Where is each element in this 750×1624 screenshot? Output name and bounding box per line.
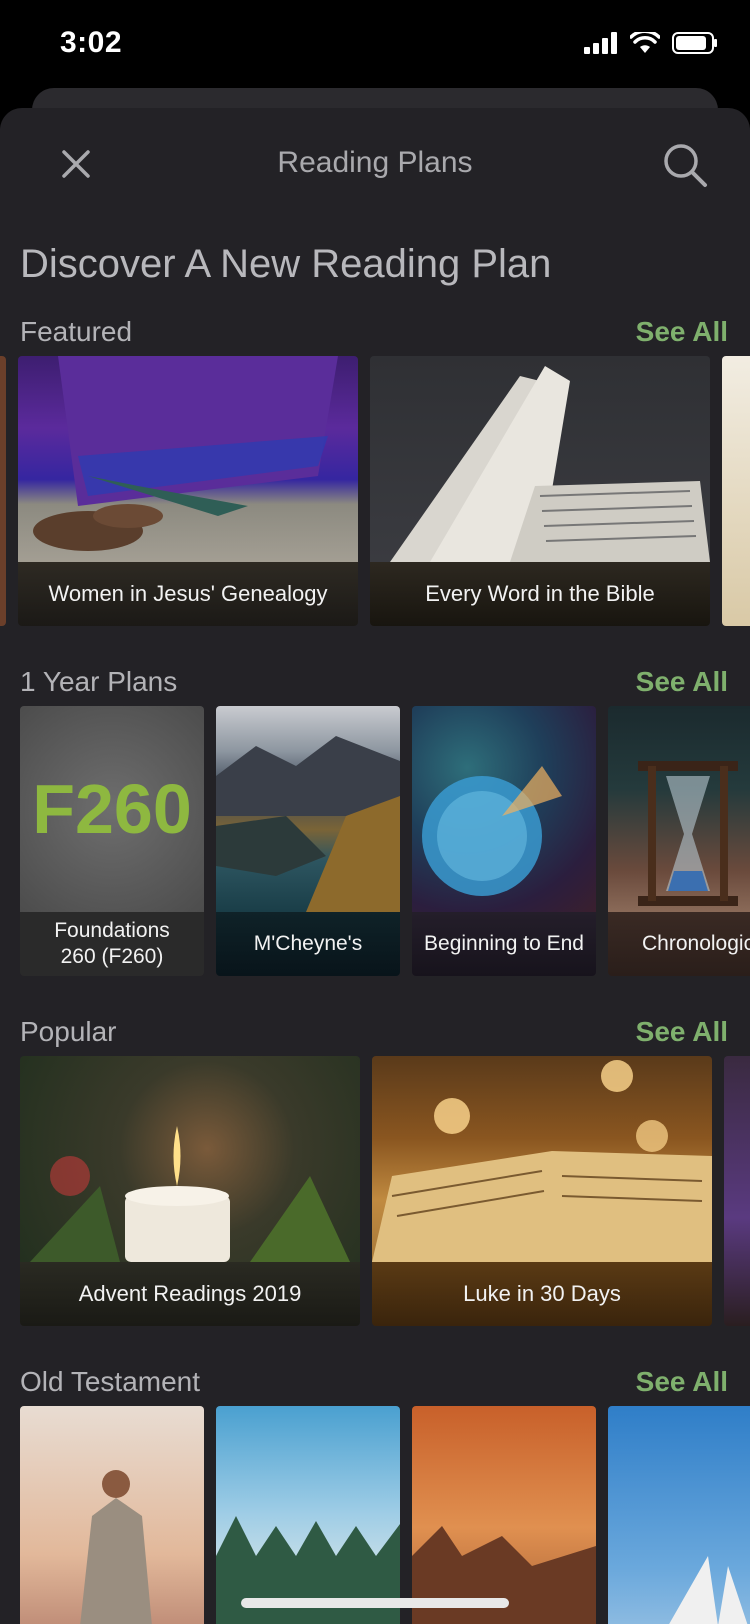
plan-title: Women in Jesus' Genealogy <box>18 562 358 626</box>
white-tent-illustration <box>669 1556 748 1624</box>
plan-title: Luke in 30 Days <box>372 1262 712 1326</box>
plan-card[interactable]: F260 Foundations 260 (F260) <box>20 706 204 976</box>
plan-card[interactable]: M'Cheyne's <box>216 706 400 976</box>
misty-forest-illustration <box>216 1516 400 1624</box>
plan-image <box>608 1406 750 1624</box>
see-all-link[interactable]: See All <box>636 1016 728 1048</box>
section-title: Popular <box>20 1016 117 1047</box>
woman-feet-illustration <box>33 356 338 551</box>
plan-card[interactable]: Beginning to End <box>412 706 596 976</box>
plan-card[interactable] <box>216 1406 400 1624</box>
section-title: Old Testament <box>20 1366 201 1397</box>
section-title: 1 Year Plans <box>20 666 178 697</box>
hourglass-illustration <box>638 761 738 906</box>
plan-card[interactable]: Women in Jesus' Genealogy <box>18 356 358 626</box>
bible-luke-illustration <box>372 1060 712 1262</box>
old-testament-row <box>0 1406 750 1624</box>
year-plans-row: F260 Foundations 260 (F260) M'Cheyne's B… <box>0 706 750 976</box>
canyon-illustration <box>412 1526 596 1624</box>
plan-title: Every Word in the Bible <box>370 562 710 626</box>
featured-row: Women in Jesus' Genealogy Every Word in … <box>0 356 750 626</box>
plan-title: M'Cheyne's <box>216 912 400 976</box>
year-plans-header: 1 Year Plans See All <box>0 666 750 706</box>
plan-title: Chronological <box>608 912 750 976</box>
see-all-link[interactable]: See All <box>636 666 728 698</box>
see-all-link[interactable]: See All <box>636 1366 728 1398</box>
nebula-illustration <box>422 766 562 896</box>
page-title: Reading Plans <box>277 146 473 179</box>
plan-card[interactable]: Every Word in the Bible <box>370 356 710 626</box>
plan-title: Advent Readings 2019 <box>20 1262 360 1326</box>
plan-image <box>412 706 596 912</box>
plan-card[interactable] <box>20 1406 204 1624</box>
f260-logo: F260 <box>32 770 192 848</box>
plan-card-partial[interactable] <box>724 1056 750 1326</box>
plan-title: Beginning to End <box>412 912 596 976</box>
nav-bar: Reading Plans <box>0 108 750 223</box>
reading-plans-sheet: Reading Plans Discover A New Reading Pla… <box>0 108 750 1624</box>
home-indicator <box>241 1598 509 1608</box>
open-bible-illustration <box>390 366 710 562</box>
candle-illustration <box>30 1126 350 1262</box>
status-time: 3:02 <box>60 26 123 59</box>
featured-header: Featured See All <box>0 316 750 356</box>
plan-card[interactable] <box>608 1406 750 1624</box>
mountain-lake-illustration <box>216 736 400 912</box>
plan-card-partial[interactable] <box>0 356 6 626</box>
cellular-signal-icon <box>584 32 617 54</box>
plan-image: F260 <box>20 706 204 912</box>
plan-image <box>216 706 400 912</box>
popular-row: Advent Readings 2019 Luke in 30 Days <box>0 1056 750 1326</box>
plan-image <box>608 706 750 912</box>
wifi-icon <box>630 32 660 53</box>
plan-image <box>370 356 710 562</box>
see-all-link[interactable]: See All <box>636 316 728 348</box>
plan-image <box>18 356 358 562</box>
popular-header: Popular See All <box>0 1016 750 1056</box>
discover-heading: Discover A New Reading Plan <box>20 242 552 286</box>
plan-title: Foundations 260 (F260) <box>20 912 204 976</box>
plan-card[interactable]: Advent Readings 2019 <box>20 1056 360 1326</box>
status-bar: 3:02 <box>0 0 750 90</box>
section-title: Featured <box>20 316 133 347</box>
battery-icon <box>672 32 717 54</box>
plan-image <box>216 1406 400 1624</box>
old-testament-header: Old Testament See All <box>0 1366 750 1406</box>
status-icons <box>584 32 718 54</box>
plan-image <box>20 1406 204 1624</box>
search-icon[interactable] <box>662 142 708 188</box>
plan-image <box>20 1056 360 1262</box>
plan-card[interactable]: Chronological <box>608 706 750 976</box>
plan-card[interactable]: Luke in 30 Days <box>372 1056 712 1326</box>
plan-image <box>412 1406 596 1624</box>
woman-blanket-illustration <box>80 1470 152 1624</box>
plan-image <box>372 1056 712 1262</box>
plan-card-partial[interactable] <box>722 356 750 626</box>
plan-card[interactable] <box>412 1406 596 1624</box>
